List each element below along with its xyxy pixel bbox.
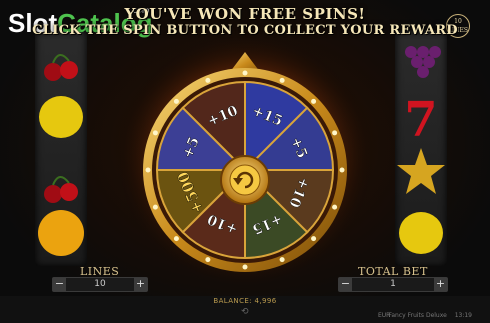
footer-clock: 13:19: [454, 312, 472, 319]
rim-light: [339, 167, 345, 173]
bottom-spin-icon[interactable]: ⟲: [241, 307, 249, 317]
rim-light: [279, 257, 285, 263]
rim-light: [332, 130, 338, 136]
lines-increase-button[interactable]: +: [134, 278, 147, 291]
rim-light: [145, 167, 151, 173]
rim-light: [242, 264, 248, 270]
rim-light: [173, 98, 179, 104]
spin-button[interactable]: [220, 155, 270, 205]
footer-game-info: Fancy Fruits Deluxe 13:19: [388, 312, 472, 319]
balance-display: BALANCE: 4,996: [213, 297, 277, 305]
rim-light: [311, 236, 317, 242]
rim-light: [152, 130, 158, 136]
rim-light: [205, 77, 211, 83]
bet-decrease-button[interactable]: −: [339, 278, 352, 291]
total-bet-value: 1: [390, 279, 396, 289]
total-bet-stepper: − 1 +: [338, 277, 448, 292]
rim-light: [152, 204, 158, 210]
lines-decrease-button[interactable]: −: [53, 278, 66, 291]
rim-light: [311, 98, 317, 104]
lines-stepper: − 10 +: [52, 277, 148, 292]
rim-light: [279, 77, 285, 83]
footer-game-name: Fancy Fruits Deluxe: [388, 312, 447, 319]
game-screen: 7 SlotCatalog .com 10 LINES YOU'VE WON F…: [0, 0, 490, 323]
lines-value: 10: [94, 279, 106, 289]
bet-increase-button[interactable]: +: [434, 278, 447, 291]
rim-light: [173, 236, 179, 242]
rim-light: [332, 204, 338, 210]
rim-light: [205, 257, 211, 263]
rim-light: [242, 70, 248, 76]
